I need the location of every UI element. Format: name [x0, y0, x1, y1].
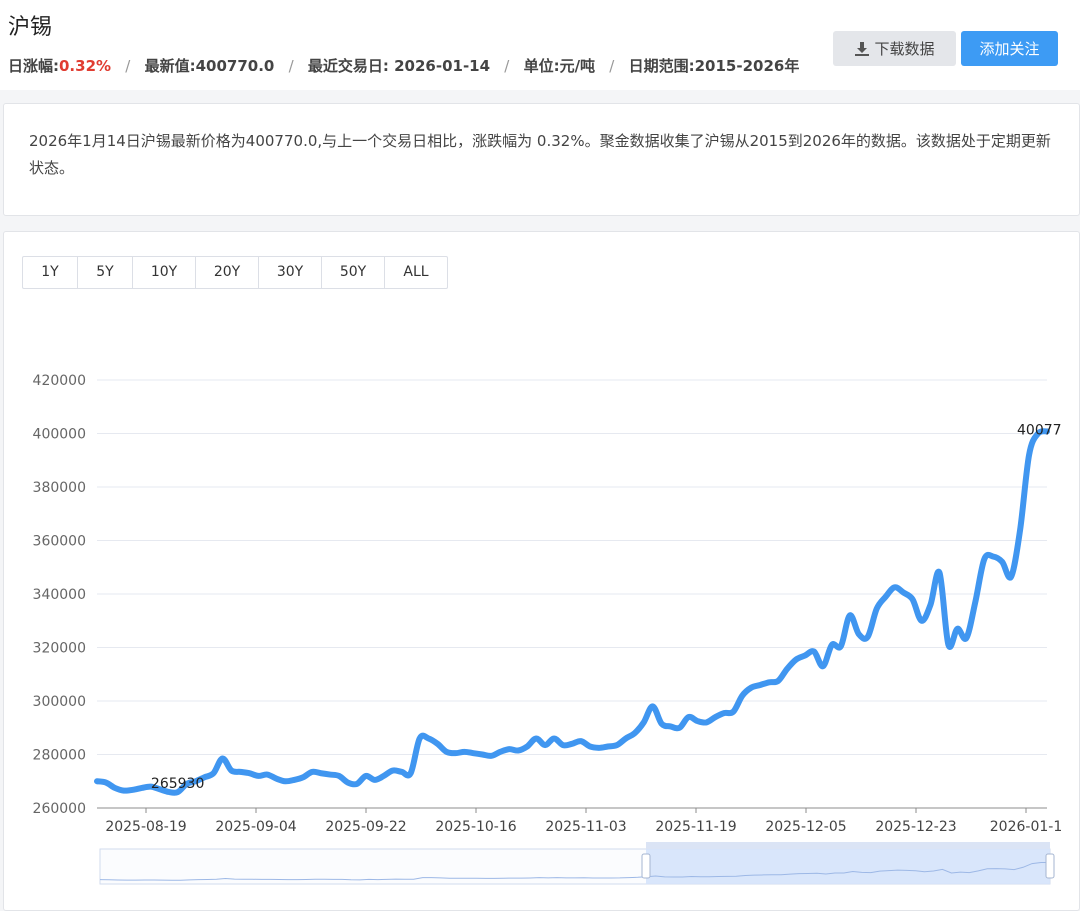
- navigator-selection[interactable]: [646, 849, 1050, 884]
- x-tick-label: 2026-01-1: [990, 819, 1062, 835]
- y-tick-label: 380000: [33, 480, 86, 496]
- x-tick-label: 2025-12-23: [875, 819, 956, 835]
- y-axis: 260000 280000 300000 320000 340000 360000 3800…: [33, 373, 86, 817]
- y-tick-label: 260000: [33, 801, 86, 817]
- max-value-label: 40077: [1017, 422, 1062, 438]
- price-chart: 260000 280000 300000 320000 340000 360000 3800…: [33, 373, 1062, 885]
- navigator-handle-right[interactable]: [1045, 853, 1055, 879]
- y-tick-label: 300000: [33, 694, 86, 710]
- navigator-handle-left[interactable]: [641, 853, 651, 879]
- x-tick-label: 2025-12-05: [765, 819, 846, 835]
- min-value-label: 265930: [151, 776, 204, 792]
- x-tick-label: 2025-08-19: [105, 819, 186, 835]
- x-tick-label: 2025-09-22: [325, 819, 406, 835]
- series-line: [94, 428, 1050, 796]
- range-navigator[interactable]: [99, 842, 1055, 885]
- x-tick-label: 2025-11-03: [545, 819, 626, 835]
- navigator-drag-bar[interactable]: [646, 842, 1050, 849]
- y-tick-label: 280000: [33, 748, 86, 764]
- y-tick-label: 400000: [33, 427, 86, 443]
- y-tick-label: 320000: [33, 641, 86, 657]
- x-tick-label: 2025-09-04: [215, 819, 296, 835]
- x-tick-label: 2025-10-16: [435, 819, 516, 835]
- y-tick-label: 340000: [33, 587, 86, 603]
- x-axis: 2025-08-19 2025-09-04 2025-09-22 2025-10-16…: [105, 808, 1062, 835]
- y-tick-label: 420000: [33, 373, 86, 389]
- x-tick-label: 2025-11-19: [655, 819, 736, 835]
- y-tick-label: 360000: [33, 534, 86, 550]
